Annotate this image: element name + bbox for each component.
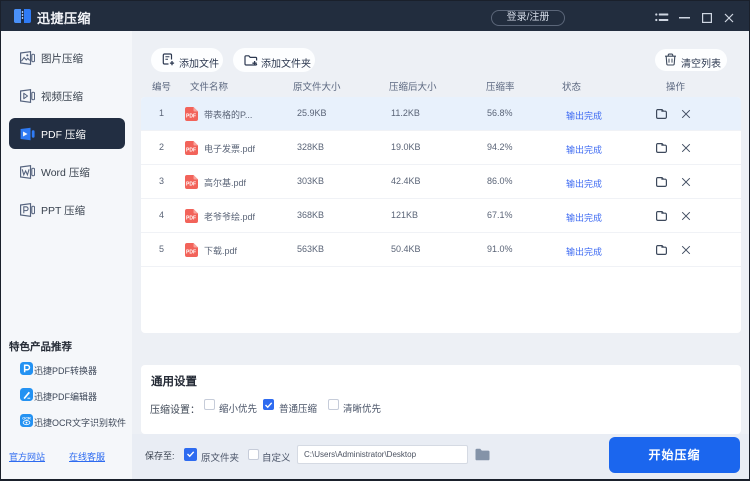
svg-text:PDF: PDF [186,182,196,188]
svg-text:PDF: PDF [186,216,196,222]
svg-text:PDF: PDF [186,250,196,256]
svg-text:OCR: OCR [22,416,31,421]
svg-text:PDF: PDF [186,148,196,154]
svg-text:PDF: PDF [186,114,196,120]
